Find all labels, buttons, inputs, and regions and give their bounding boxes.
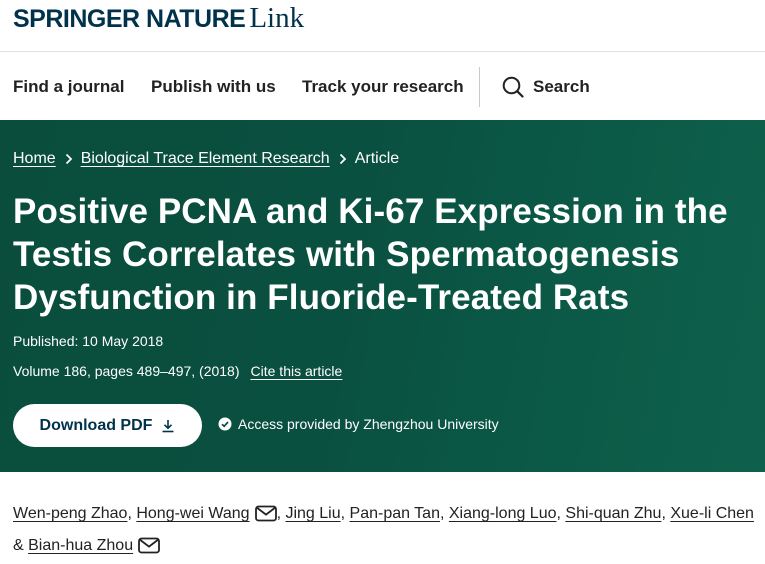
volume-pages-year: Volume 186, pages 489–497, (2018) <box>13 363 240 379</box>
check-circle-icon <box>218 417 238 431</box>
volume-info: Volume 186, pages 489–497, (2018) Cite th… <box>13 363 342 379</box>
breadcrumb-current: Article <box>354 150 400 167</box>
author-name[interactable]: Xue-li Chen <box>670 505 754 522</box>
author-name[interactable]: Xiang-long Luo <box>449 505 557 522</box>
download-pdf-label: Download PDF <box>39 416 153 434</box>
mail-icon[interactable] <box>254 504 277 532</box>
author-name[interactable]: Hong-wei Wang <box>136 505 249 522</box>
nav-track-your-research[interactable]: Track your research <box>302 77 464 97</box>
author-name[interactable]: Pan-pan Tan <box>350 505 440 522</box>
author-name[interactable]: Shi-quan Zhu <box>565 505 661 522</box>
article-title: Positive PCNA and Ki-67 Expression in th… <box>13 192 728 317</box>
author-name[interactable]: Jing Liu <box>285 505 340 522</box>
download-pdf-button[interactable]: Download PDF <box>13 404 202 447</box>
author-separator: , <box>340 505 350 522</box>
author-list: Wen-peng Zhao, Hong-wei Wang, Jing Liu, … <box>13 500 761 564</box>
search-icon <box>502 76 524 98</box>
springer-nature-link-logo[interactable]: SPRINGER NATURE Link <box>13 2 304 35</box>
site-header: SPRINGER NATURE Link <box>0 0 765 52</box>
access-text: Access provided by Zhengzhou University <box>238 416 499 432</box>
search-label: Search <box>533 77 590 96</box>
breadcrumb-journal[interactable]: Biological Trace Element Research <box>81 150 330 168</box>
published-date: Published: 10 May 2018 <box>13 333 164 349</box>
breadcrumb-home[interactable]: Home <box>13 150 56 168</box>
cite-this-article-link[interactable]: Cite this article <box>251 363 343 379</box>
chevron-right-icon <box>65 153 73 165</box>
nav-divider <box>479 67 480 107</box>
article-hero: Home Biological Trace Element Research A… <box>0 120 765 472</box>
download-icon <box>161 419 175 433</box>
breadcrumb: Home Biological Trace Element Research A… <box>13 150 399 168</box>
author-separator: , <box>127 505 137 522</box>
logo-secondary-text: Link <box>249 2 305 34</box>
chevron-right-icon <box>339 153 347 165</box>
search-button[interactable]: Search <box>502 74 590 100</box>
nav-publish-with-us[interactable]: Publish with us <box>151 77 276 97</box>
author-separator: , <box>661 505 671 522</box>
author-separator: & <box>13 537 29 554</box>
author-name[interactable]: Wen-peng Zhao <box>13 505 127 522</box>
nav-find-a-journal[interactable]: Find a journal <box>13 77 124 97</box>
mail-icon[interactable] <box>138 536 160 564</box>
author-separator: , <box>439 505 449 522</box>
logo-primary-text: SPRINGER NATURE <box>13 5 246 33</box>
access-notice: Access provided by Zhengzhou University <box>218 416 499 432</box>
author-name[interactable]: Bian-hua Zhou <box>28 537 133 554</box>
main-nav: Find a journal Publish with us Track you… <box>0 53 765 120</box>
